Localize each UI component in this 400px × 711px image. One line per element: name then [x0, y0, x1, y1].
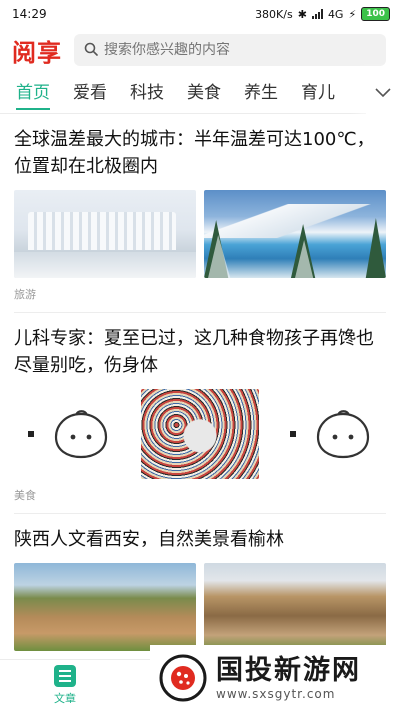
snowy-lake-image[interactable]: [204, 190, 386, 278]
tab-home[interactable]: 首页: [16, 72, 50, 114]
crowd-photo-image[interactable]: [141, 389, 259, 479]
nav-articles-label: 文章: [54, 692, 76, 705]
tab-health[interactable]: 养生: [244, 72, 278, 114]
watermark-logo-icon: [159, 654, 207, 702]
loess-cliff-image[interactable]: [14, 563, 196, 651]
article-title[interactable]: 全球温差最大的城市：半年温差可达100℃，位置却在北极圈内: [14, 126, 386, 180]
article-title[interactable]: 陕西人文看西安，自然美景看榆林: [14, 526, 386, 553]
watermark-url: www.sxsgytr.com: [216, 687, 336, 701]
article-images: [14, 389, 386, 479]
app-header: 阅享: [0, 28, 400, 72]
search-icon: [84, 41, 98, 60]
signal-icon: [311, 9, 323, 19]
image-placeholder: [14, 389, 124, 479]
status-bar: 14:29 380K/s ✱ 4G ⚡ 100: [0, 0, 400, 28]
article-icon: [54, 665, 76, 687]
status-time: 14:29: [12, 7, 47, 21]
watermark-title: 国投新游网: [216, 655, 361, 686]
article-feed: 全球温差最大的城市：半年温差可达100℃，位置却在北极圈内 旅游 儿科专家：夏至…: [0, 114, 400, 651]
article-card[interactable]: 全球温差最大的城市：半年温差可达100℃，位置却在北极圈内 旅游: [14, 114, 386, 313]
search-bar[interactable]: [74, 34, 386, 66]
app-logo[interactable]: 阅享: [12, 33, 62, 68]
network-type: 4G: [327, 7, 344, 21]
article-images: [14, 190, 386, 278]
nav-articles[interactable]: 文章: [0, 665, 130, 706]
article-images: [14, 563, 386, 651]
baby-face-icon: [54, 410, 108, 459]
image-placeholder: [276, 389, 386, 479]
status-indicators: 380K/s ✱ 4G ⚡ 100: [255, 7, 390, 21]
loading-dot-icon: [290, 431, 296, 437]
site-watermark: 国投新游网 www.sxsgytr.com: [150, 645, 400, 711]
category-tabs: 首页 爱看 科技 美食 养生 育儿: [0, 72, 400, 114]
tab-love-watch[interactable]: 爱看: [73, 72, 107, 114]
bluetooth-icon: ✱: [297, 7, 307, 21]
tab-parenting[interactable]: 育儿: [301, 72, 335, 114]
article-card[interactable]: 陕西人文看西安，自然美景看榆林: [14, 514, 386, 651]
frozen-building-image[interactable]: [14, 190, 196, 278]
article-title[interactable]: 儿科专家：夏至已过，这几种食物孩子再馋也尽量别吃，伤身体: [14, 325, 386, 379]
chevron-down-icon[interactable]: [366, 72, 400, 114]
article-card[interactable]: 儿科专家：夏至已过，这几种食物孩子再馋也尽量别吃，伤身体 美食: [14, 313, 386, 514]
search-input[interactable]: [104, 42, 376, 58]
network-speed: 380K/s: [255, 7, 293, 21]
tab-tech[interactable]: 科技: [130, 72, 164, 114]
article-category: 美食: [14, 489, 36, 502]
charging-icon: ⚡: [348, 7, 357, 21]
baby-face-icon: [316, 410, 370, 459]
tab-food[interactable]: 美食: [187, 72, 221, 114]
cave-cliff-image[interactable]: [204, 563, 386, 651]
article-category: 旅游: [14, 288, 36, 301]
loading-dot-icon: [28, 431, 34, 437]
battery-level: 100: [361, 7, 390, 21]
